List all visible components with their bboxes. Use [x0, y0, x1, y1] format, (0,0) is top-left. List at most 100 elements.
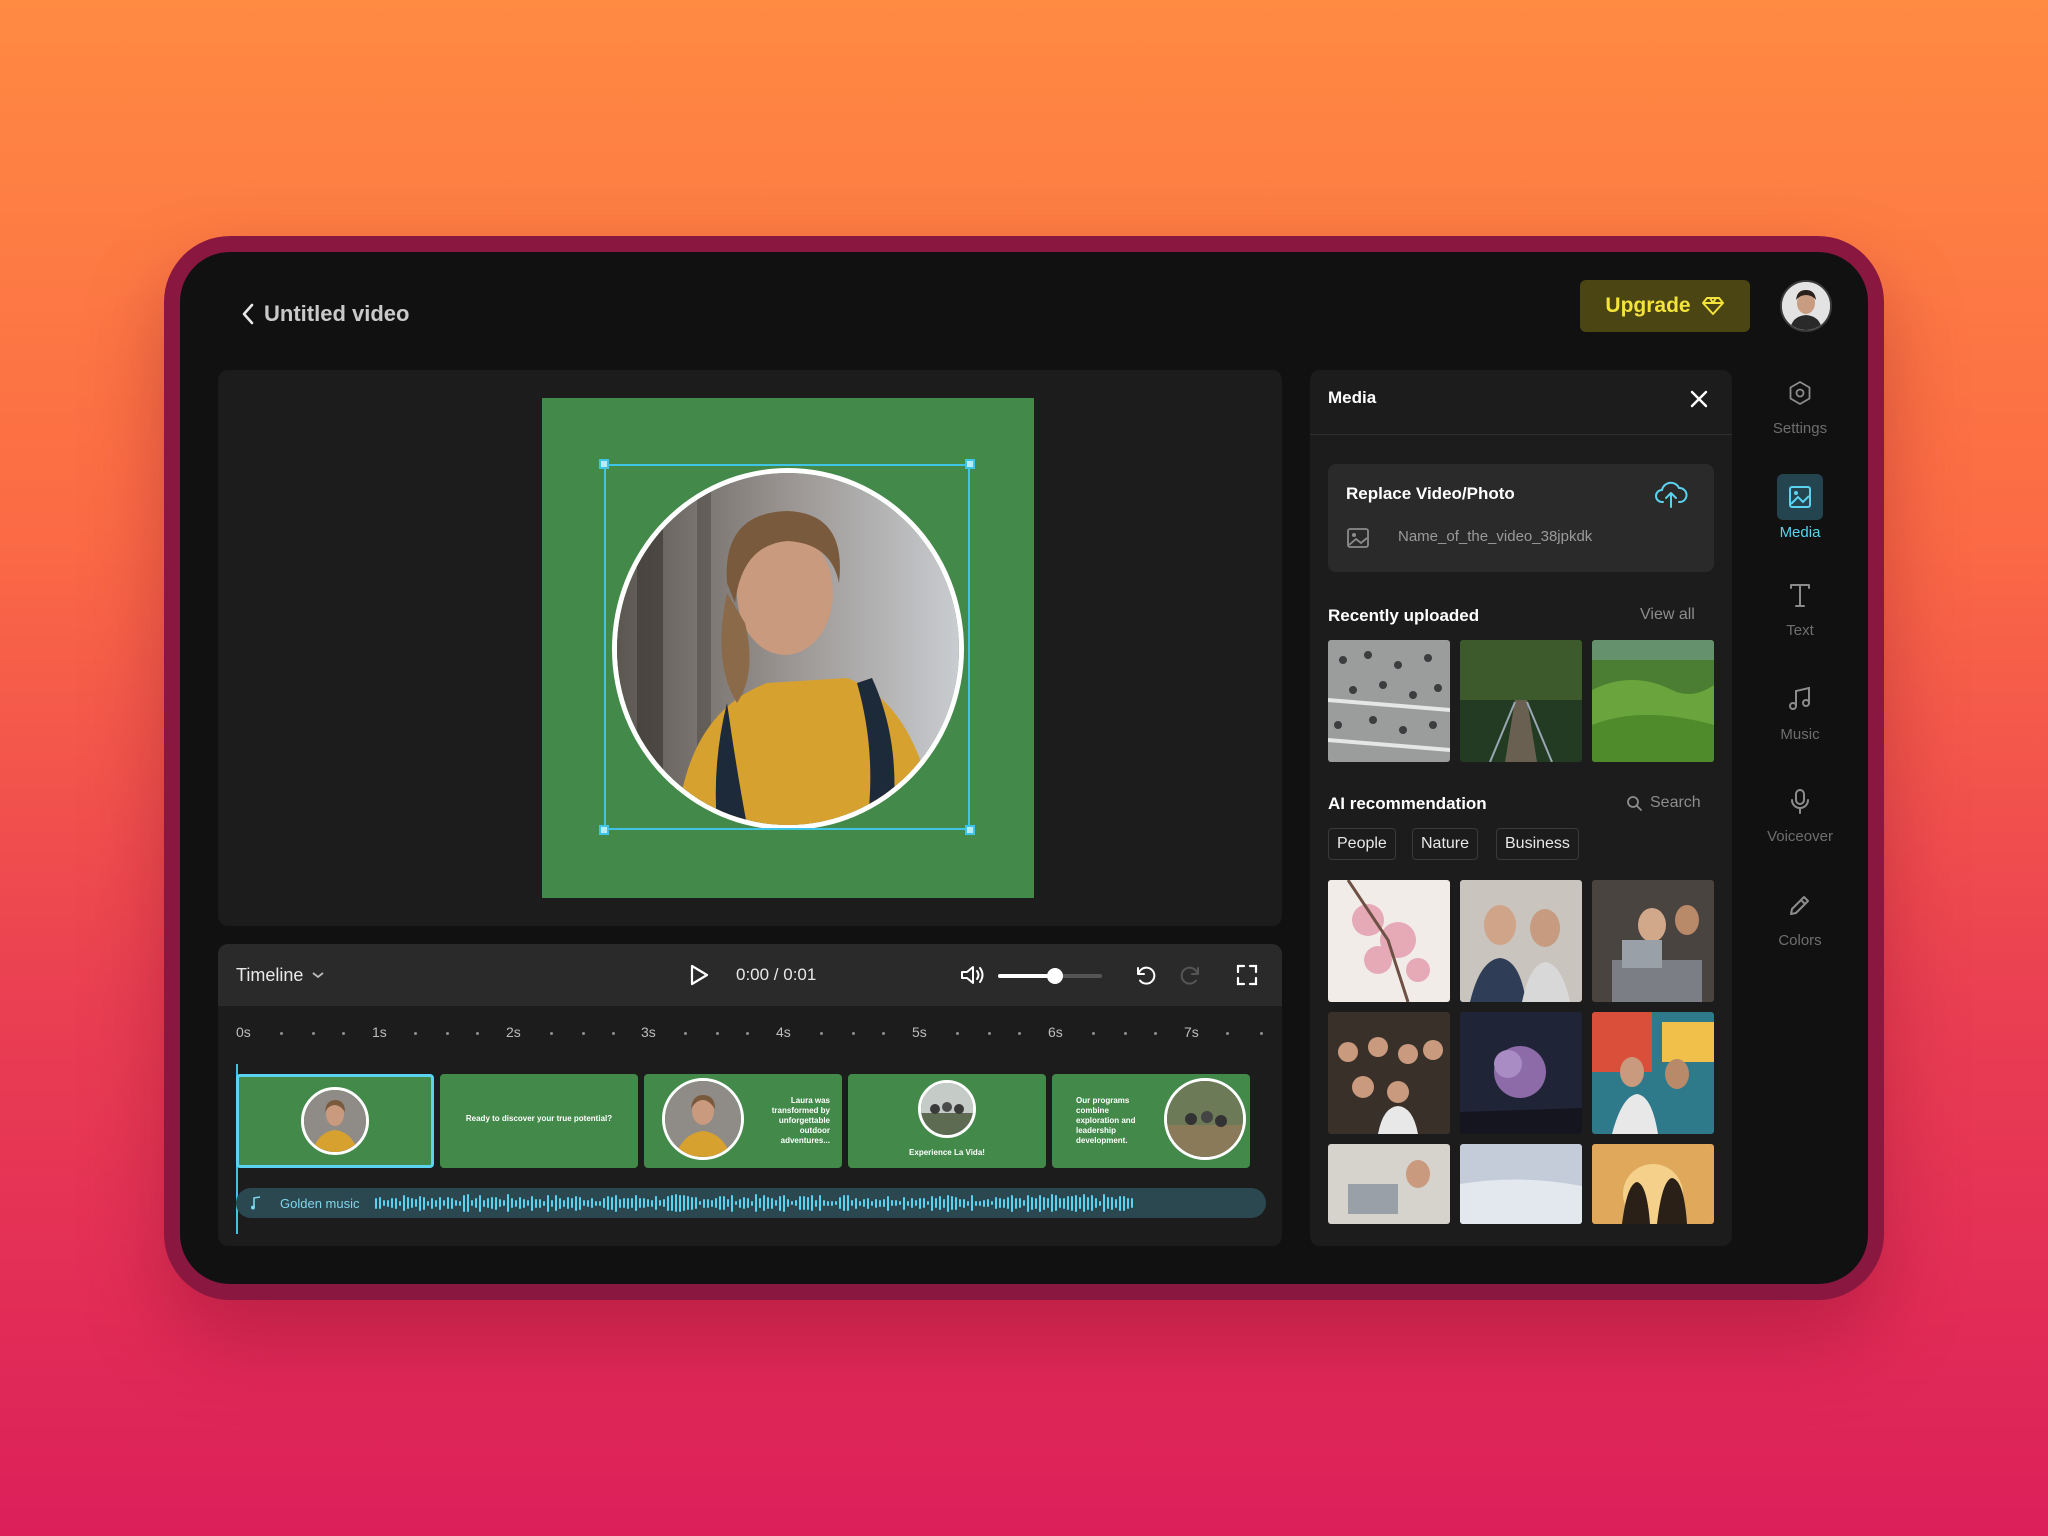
clip-caption: Our programs combine exploration and lea… [1076, 1096, 1136, 1145]
ruler-tick-label: 3s [641, 1024, 656, 1040]
video-canvas[interactable] [542, 398, 1034, 898]
waveform-bar [1059, 1198, 1062, 1208]
media-thumbnail[interactable] [1328, 880, 1450, 1002]
waveform-bar [799, 1196, 802, 1210]
resize-handle[interactable] [599, 459, 609, 469]
close-icon [1690, 390, 1708, 408]
media-thumbnail[interactable] [1592, 1012, 1714, 1134]
view-all-link[interactable]: View all [1640, 606, 1695, 624]
media-thumbnail[interactable] [1460, 1144, 1582, 1224]
waveform-bar [703, 1198, 706, 1208]
waveform-bar [595, 1200, 598, 1206]
waveform-bar [1063, 1197, 1066, 1209]
waveform-bar [491, 1197, 494, 1209]
waveform-bar [647, 1199, 650, 1207]
avatar[interactable] [1780, 280, 1832, 332]
filter-chip-nature[interactable]: Nature [1412, 828, 1479, 860]
audio-track[interactable]: Golden music [236, 1188, 1266, 1218]
media-thumbnail[interactable] [1592, 1144, 1714, 1224]
volume-slider[interactable] [998, 968, 1102, 984]
rail-item-voiceover[interactable]: Voiceover [1746, 778, 1854, 858]
waveform-bar [511, 1198, 514, 1208]
waveform-bar [775, 1200, 778, 1206]
waveform-bar [663, 1199, 666, 1207]
waveform-bar [527, 1200, 530, 1206]
rail-item-music[interactable]: Music [1746, 676, 1854, 756]
waveform-bar [995, 1197, 998, 1209]
search-button[interactable]: Search [1626, 794, 1701, 812]
file-name: Name_of_the_video_38jpkdk [1398, 528, 1593, 545]
waveform-bar [923, 1198, 926, 1208]
waveform-bar [875, 1198, 878, 1208]
timeline-clip[interactable]: Experience La Vida! [848, 1074, 1046, 1168]
waveform-bar [495, 1196, 498, 1210]
waveform-bar [515, 1199, 518, 1207]
volume-icon [961, 966, 984, 984]
rail-item-media[interactable]: Media [1746, 474, 1854, 554]
waveform-bar [935, 1198, 938, 1208]
rail-item-text[interactable]: Text [1746, 572, 1854, 652]
waveform-bar [1031, 1196, 1034, 1210]
waveform-bar [667, 1195, 670, 1211]
filter-chip-business[interactable]: Business [1496, 828, 1579, 860]
waveform-bar [419, 1195, 422, 1211]
replace-media-card[interactable]: Replace Video/Photo Name_of_the_video_38… [1328, 464, 1714, 572]
volume-button[interactable] [956, 958, 990, 992]
play-button[interactable] [682, 958, 716, 992]
waveform-bar [1107, 1197, 1110, 1209]
media-thumbnail[interactable] [1592, 640, 1714, 762]
waveform-bar [683, 1195, 686, 1211]
media-thumbnail[interactable] [1460, 880, 1582, 1002]
resize-handle[interactable] [965, 825, 975, 835]
timeline-clip[interactable] [236, 1074, 434, 1168]
filter-chip-people[interactable]: People [1328, 828, 1396, 860]
waveform-bar [779, 1195, 782, 1211]
media-thumbnail[interactable] [1328, 1144, 1450, 1224]
timeline-dropdown[interactable]: Timeline [236, 944, 325, 1006]
fullscreen-button[interactable] [1230, 958, 1264, 992]
waveform-bar [443, 1200, 446, 1206]
waveform-bar [999, 1198, 1002, 1208]
selection-box[interactable] [604, 464, 970, 830]
media-thumbnail[interactable] [1460, 1012, 1582, 1134]
waveform-bar [1111, 1196, 1114, 1210]
media-thumbnail[interactable] [1328, 1012, 1450, 1134]
rail-item-colors[interactable]: Colors [1746, 882, 1854, 962]
upgrade-button[interactable]: Upgrade [1580, 280, 1750, 332]
waveform-bar [959, 1199, 962, 1207]
rail-item-settings[interactable]: Settings [1746, 370, 1854, 450]
waveform-bar [411, 1198, 414, 1208]
waveform-bar [927, 1201, 930, 1205]
clip-thumbnail [1164, 1078, 1246, 1160]
volume-slider-handle[interactable] [1047, 968, 1064, 984]
waveform-bar [939, 1196, 942, 1210]
media-thumbnail[interactable] [1592, 880, 1714, 1002]
fullscreen-icon [1236, 964, 1258, 986]
waveform-bar [435, 1199, 438, 1207]
waveform-bar [651, 1199, 654, 1207]
waveform-bar [695, 1197, 698, 1209]
resize-handle[interactable] [965, 459, 975, 469]
waveform-bar [447, 1197, 450, 1209]
ruler-tick-label: 5s [912, 1024, 927, 1040]
undo-button[interactable] [1128, 958, 1162, 992]
timeline-clip[interactable]: Laura was transformed by unforgettable o… [644, 1074, 842, 1168]
media-thumbnail[interactable] [1460, 640, 1582, 762]
waveform-bar [575, 1195, 578, 1211]
waveform-bar [623, 1198, 626, 1208]
waveform-bar [535, 1198, 538, 1208]
timeline-clip[interactable]: Our programs combine exploration and lea… [1052, 1074, 1250, 1168]
waveform-bar [787, 1199, 790, 1207]
timeline-clip[interactable]: Ready to discover your true potential? [440, 1074, 638, 1168]
waveform-bar [947, 1194, 950, 1212]
waveform-bar [611, 1196, 614, 1210]
waveform-bar [1051, 1194, 1054, 1212]
close-button[interactable] [1684, 384, 1714, 414]
waveform-bar [523, 1198, 526, 1208]
resize-handle[interactable] [599, 825, 609, 835]
upload-button[interactable] [1654, 480, 1688, 510]
media-thumbnail[interactable] [1328, 640, 1450, 762]
waveform-bar [599, 1200, 602, 1206]
redo-button[interactable] [1174, 958, 1208, 992]
waveform-bar [791, 1201, 794, 1205]
